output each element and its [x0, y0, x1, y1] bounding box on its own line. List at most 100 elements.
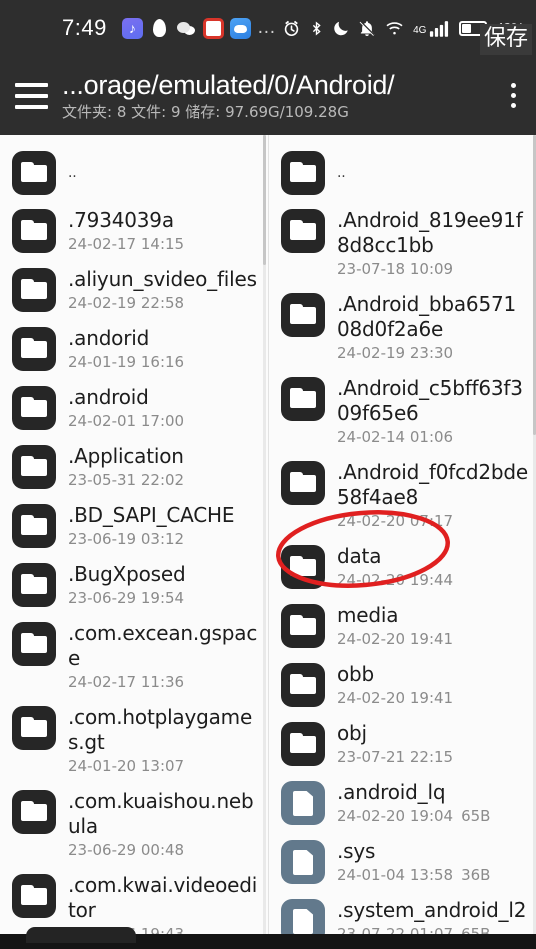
- row-meta: obj 23-07-21 22:15: [337, 720, 528, 767]
- mute-bell-icon: [359, 20, 375, 36]
- network-type-label: 4G: [413, 24, 427, 36]
- row-meta: .BugXposed 23-06-29 19:54: [68, 561, 260, 608]
- parent-dir-row[interactable]: ..: [269, 143, 536, 201]
- file-details: 24-02-20 19:41: [337, 629, 528, 649]
- folder-row[interactable]: .Android_c5bff63f309f65e6 24-02-14 01:06: [269, 369, 536, 453]
- file-details: 24-01-20 13:07: [68, 756, 260, 776]
- file-details: 23-07-18 10:09: [337, 259, 528, 279]
- file-name: .Android_f0fcd2bde58f4ae8: [337, 460, 528, 509]
- hamburger-menu-icon[interactable]: [0, 82, 62, 109]
- folder-icon: [12, 151, 56, 195]
- folder-row[interactable]: .aliyun_svideo_files 24-02-19 22:58: [0, 260, 268, 319]
- red-app-icon: [202, 17, 224, 39]
- file-details: 23-06-29 00:48: [68, 840, 260, 860]
- parent-dir-row[interactable]: ..: [0, 143, 268, 201]
- file-details: 23-07-22 01:07 65B: [337, 924, 528, 934]
- folder-row[interactable]: .Application 23-05-31 22:02: [0, 437, 268, 496]
- file-date: 24-01-04 13:58: [337, 866, 454, 884]
- file-row[interactable]: .android_lq 24-02-20 19:04 65B: [269, 773, 536, 832]
- row-meta: .com.excean.gspace 24-02-17 11:36: [68, 620, 260, 692]
- folder-row[interactable]: .7934039a 24-02-17 14:15: [0, 201, 268, 260]
- row-meta: .system_android_l2 23-07-22 01:07 65B: [337, 897, 528, 934]
- row-meta: media 24-02-20 19:41: [337, 602, 528, 649]
- folder-row[interactable]: obj 23-07-21 22:15: [269, 714, 536, 773]
- overflow-menu-icon[interactable]: [490, 83, 536, 108]
- folder-row[interactable]: .com.hotplaygames.gt 24-01-20 13:07: [0, 698, 268, 782]
- folder-icon: [12, 874, 56, 918]
- folder-stats: 文件夹: 8 文件: 9 储存: 97.69G/109.28G: [62, 102, 349, 121]
- file-details: 23-05-31 22:02: [68, 470, 260, 490]
- path-header[interactable]: ...orage/emulated/0/Android/ 文件夹: 8 文件: …: [62, 70, 490, 122]
- file-size: 36B: [461, 866, 491, 884]
- file-name: .7934039a: [68, 208, 174, 232]
- file-name: obj: [337, 721, 367, 745]
- row-meta: .com.kwai.videoeditor23-06-06 19:43: [68, 872, 260, 934]
- folder-row[interactable]: .BD_SAPI_CACHE 23-06-19 03:12: [0, 496, 268, 555]
- file-row[interactable]: .sys 24-01-04 13:58 36B: [269, 832, 536, 891]
- file-date: 24-02-01 17:00: [68, 412, 185, 430]
- folder-row[interactable]: .android 24-02-01 17:00: [0, 378, 268, 437]
- file-name: data: [337, 544, 382, 568]
- wechat-icon: [176, 18, 197, 39]
- file-name: .Android_819ee91f8d8cc1bb: [337, 208, 523, 257]
- file-details: 23-06-29 19:54: [68, 588, 260, 608]
- folder-row[interactable]: .Android_f0fcd2bde58f4ae8 24-02-20 07:17: [269, 453, 536, 537]
- folder-icon: [281, 604, 325, 648]
- file-details: 23-06-19 03:12: [68, 529, 260, 549]
- file-date: 23-05-31 22:02: [68, 471, 185, 489]
- signal-icon: [430, 20, 449, 37]
- row-meta: ..: [68, 164, 260, 181]
- file-manager-screen: 7:49 …: [0, 0, 536, 949]
- folder-row[interactable]: .andorid 24-01-19 16:16: [0, 319, 268, 378]
- right-file-pane[interactable]: .. .Android_819ee91f8d8cc1bb 23-07-18 10:0…: [268, 135, 536, 934]
- folder-icon: [12, 622, 56, 666]
- file-name: .aliyun_svideo_files: [68, 267, 257, 291]
- folder-row[interactable]: .Android_819ee91f8d8cc1bb 23-07-18 10:09: [269, 201, 536, 285]
- save-badge[interactable]: 保存: [479, 24, 532, 55]
- folder-row[interactable]: .com.excean.gspace 24-02-17 11:36: [0, 614, 268, 698]
- file-name: .com.kuaishou.nebula: [68, 789, 254, 838]
- file-details: 24-02-20 19:04 65B: [337, 806, 528, 826]
- folder-row[interactable]: data 24-02-20 19:44: [269, 537, 536, 596]
- folder-icon: [281, 461, 325, 505]
- folder-icon: [12, 209, 56, 253]
- folder-row[interactable]: obb 24-02-20 19:41: [269, 655, 536, 714]
- folder-row[interactable]: .Android_bba657108d0f2a6e 24-02-19 23:30: [269, 285, 536, 369]
- folder-icon: [281, 293, 325, 337]
- folder-row[interactable]: media 24-02-20 19:41: [269, 596, 536, 655]
- folder-icon: [12, 386, 56, 430]
- folder-row[interactable]: .com.kuaishou.nebula 23-06-29 00:48: [0, 782, 268, 866]
- file-date: 23-06-29 00:48: [68, 841, 185, 859]
- row-meta: obb 24-02-20 19:41: [337, 661, 528, 708]
- file-details: 24-02-14 01:06: [337, 427, 528, 447]
- left-scrollbar-thumb[interactable]: [263, 135, 266, 265]
- file-row[interactable]: .system_android_l2 23-07-22 01:07 65B: [269, 891, 536, 934]
- file-date: 23-07-22 01:07: [337, 925, 454, 934]
- row-meta: .andorid 24-01-19 16:16: [68, 325, 260, 372]
- row-meta: .Application 23-05-31 22:02: [68, 443, 260, 490]
- folder-row[interactable]: .BugXposed 23-06-29 19:54: [0, 555, 268, 614]
- folder-icon: [281, 209, 325, 253]
- file-name: ..: [68, 164, 77, 181]
- file-name: .BugXposed: [68, 562, 186, 586]
- row-meta: .Android_bba657108d0f2a6e 24-02-19 23:30: [337, 291, 528, 363]
- folder-row[interactable]: .com.kwai.videoeditor23-06-06 19:43: [0, 866, 268, 934]
- wifi-icon: [386, 21, 403, 34]
- file-details: 24-02-17 14:15: [68, 234, 260, 254]
- file-name: media: [337, 603, 399, 627]
- left-file-pane[interactable]: .. .7934039a 24-02-17 14:15 .aliyun_svideo_…: [0, 135, 268, 934]
- file-date: 24-02-20 19:41: [337, 689, 454, 707]
- file-date: 24-02-19 22:58: [68, 294, 185, 312]
- file-name: obb: [337, 662, 375, 686]
- folder-icon: [281, 151, 325, 195]
- status-overflow-icon: …: [256, 17, 277, 38]
- file-date: 23-06-29 19:54: [68, 589, 185, 607]
- file-date: 24-02-20 19:44: [337, 571, 454, 589]
- file-date: 23-07-18 10:09: [337, 260, 454, 278]
- file-details: 24-01-19 16:16: [68, 352, 260, 372]
- row-meta: .com.hotplaygames.gt 24-01-20 13:07: [68, 704, 260, 776]
- file-date: 24-02-19 23:30: [337, 344, 454, 362]
- cloud-icon: [229, 17, 251, 39]
- status-bar: 7:49 …: [0, 0, 536, 56]
- row-meta: .Android_c5bff63f309f65e6 24-02-14 01:06: [337, 375, 528, 447]
